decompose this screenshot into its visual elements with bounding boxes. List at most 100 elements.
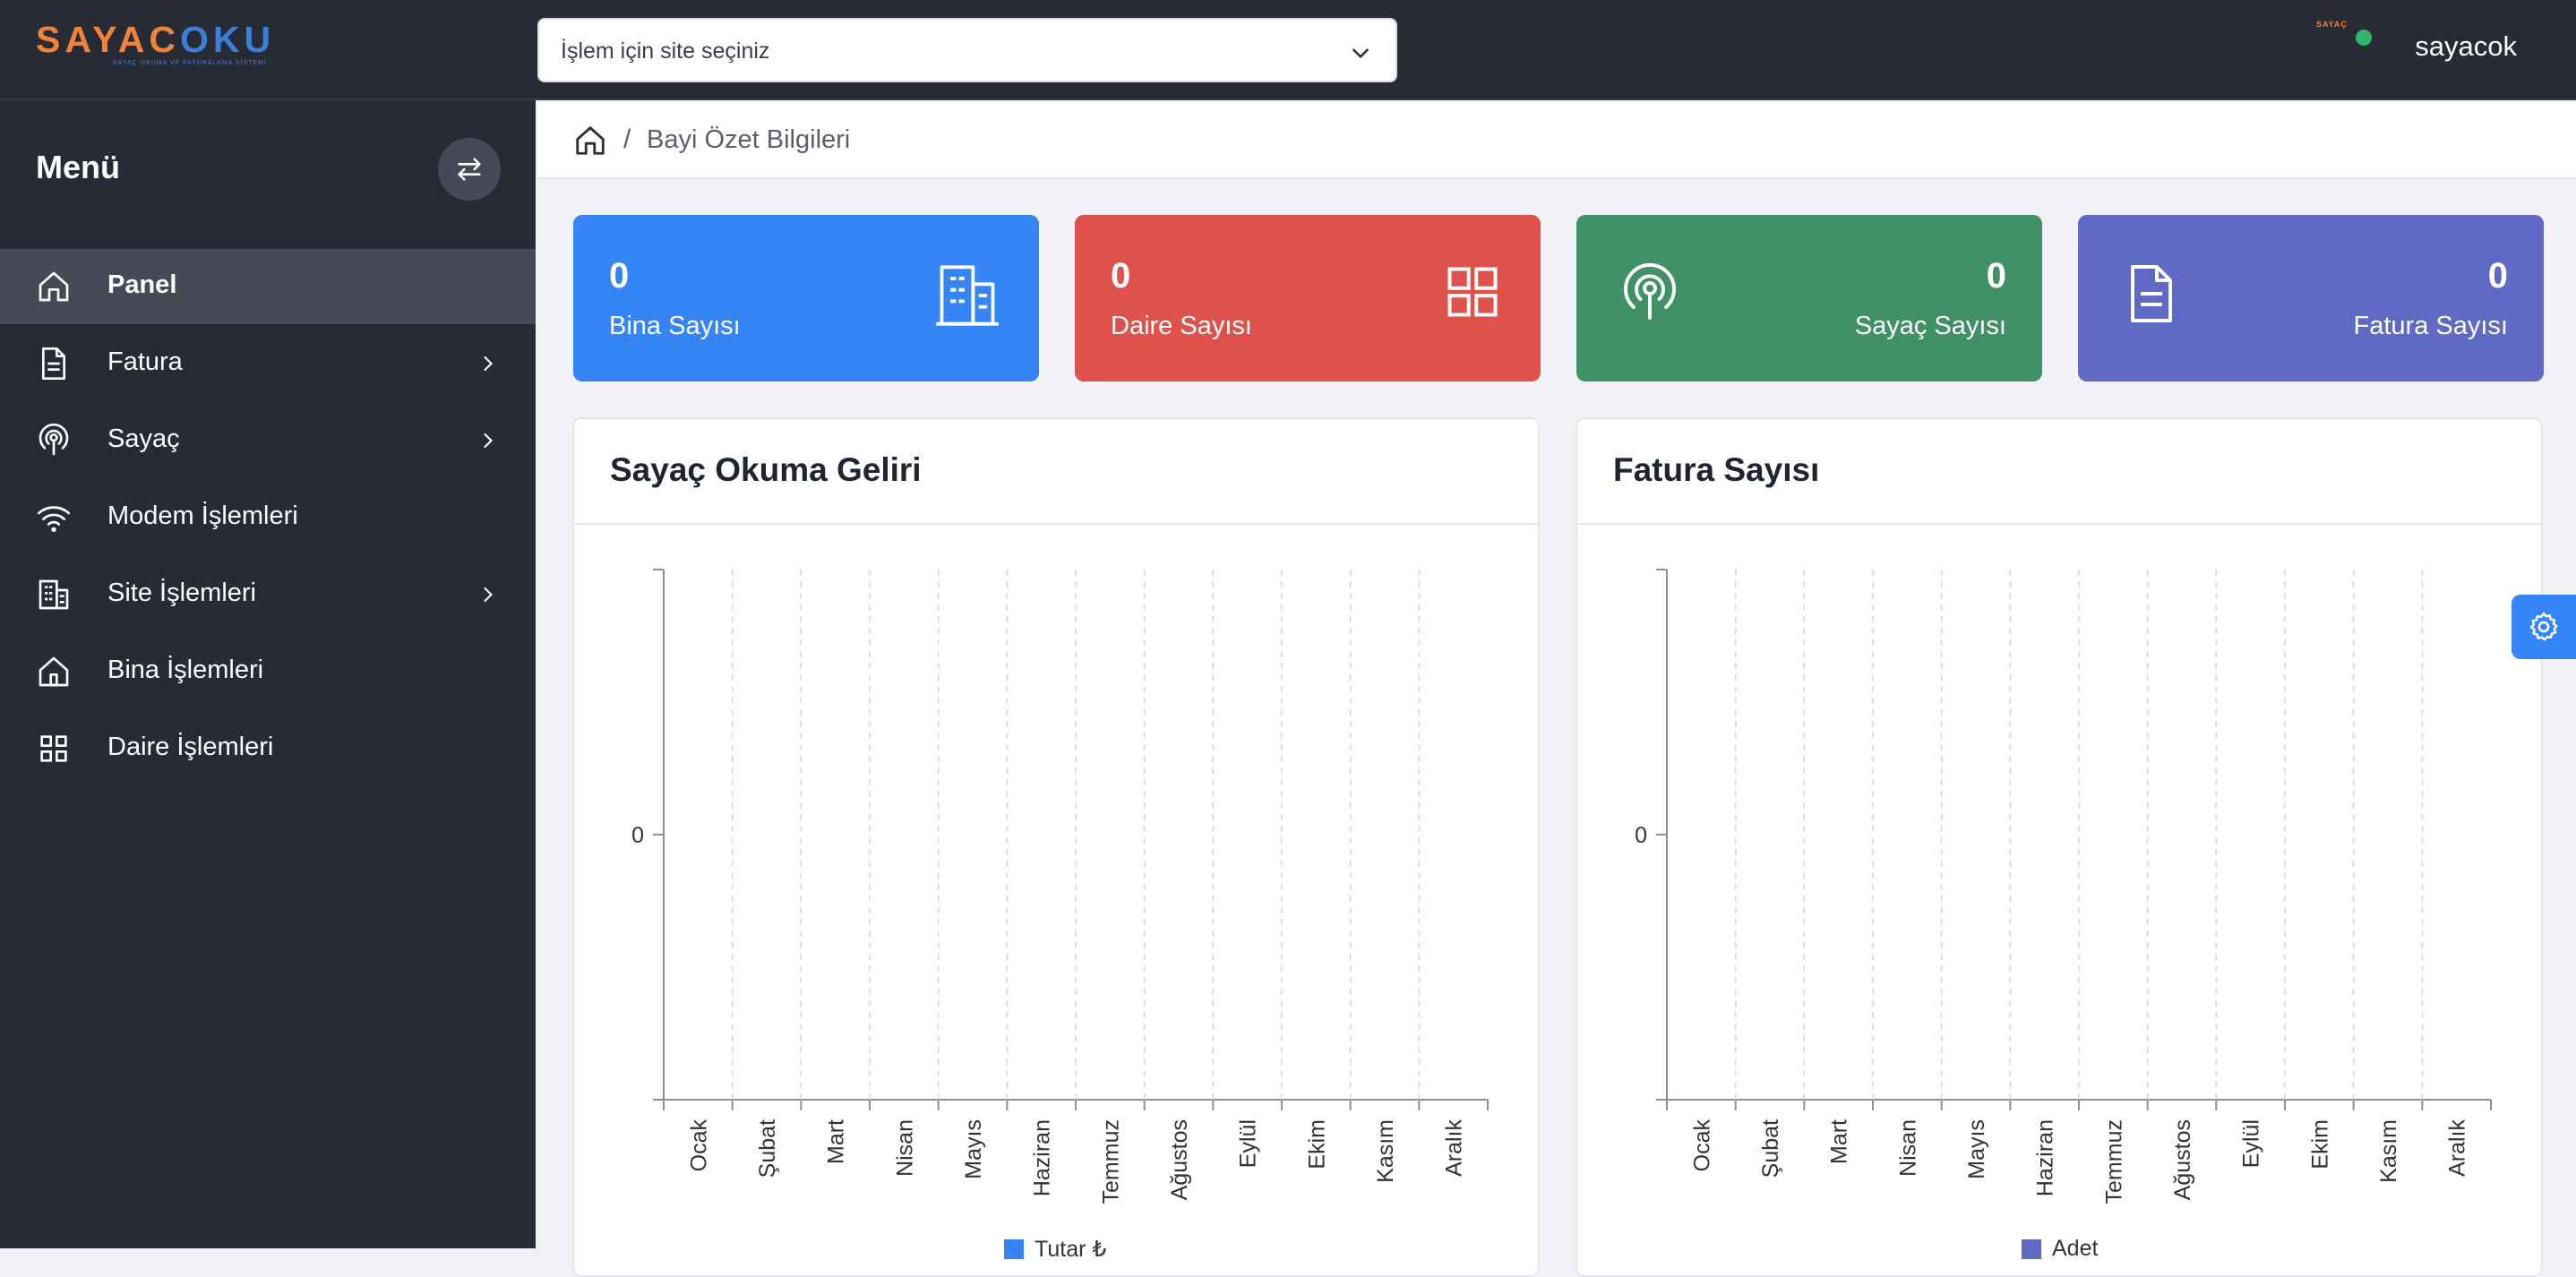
x-tick-label: Haziran xyxy=(2033,1119,2058,1196)
revenue-chart: 0 Ocak Şubat Mart Nisan Mayıs Haziran Temmuz Ağu… xyxy=(631,569,1489,1204)
x-tick-label: Aralık xyxy=(2445,1119,2470,1177)
x-tick-label: Şubat xyxy=(755,1119,780,1178)
username: sayacok xyxy=(2415,30,2517,62)
stat-card-bina[interactable]: 0 Bina Sayısı xyxy=(573,215,1039,381)
x-tick-label: Ocak xyxy=(686,1119,711,1172)
sidebar-item-label: Daire İşlemleri xyxy=(107,733,274,761)
sidebar-item-site[interactable]: Site İşlemleri xyxy=(0,557,536,632)
house-icon xyxy=(39,656,69,687)
stat-card-daire[interactable]: 0 Daire Sayısı xyxy=(1075,215,1541,381)
x-tick-label: Mart xyxy=(824,1119,849,1164)
sidebar-item-label: Panel xyxy=(107,270,177,299)
chevron-down-icon xyxy=(1352,48,1369,58)
settings-button[interactable] xyxy=(2512,595,2576,659)
chart-title: Sayaç Okuma Geliri xyxy=(610,451,922,488)
x-tick-label: Ağustos xyxy=(1167,1119,1192,1200)
panel-divider xyxy=(1577,523,2541,525)
chart-legend[interactable]: Adet xyxy=(2022,1236,2098,1262)
building-icon xyxy=(936,265,999,326)
home-icon[interactable] xyxy=(573,124,607,158)
x-tick-label: Mayıs xyxy=(961,1119,986,1179)
sidebar: Menü Panel Fatura Sayaç Modem İşlemleri … xyxy=(0,100,536,1248)
sidebar-item-sayac[interactable]: Sayaç xyxy=(0,403,536,478)
breadcrumb-current: Bayi Özet Bilgileri xyxy=(647,125,851,154)
x-tick-label: Aralık xyxy=(1442,1119,1467,1177)
gear-icon xyxy=(2529,612,2558,641)
stat-value: 0 xyxy=(1111,256,1131,296)
file-icon xyxy=(42,347,65,380)
stat-label: Bina Sayısı xyxy=(609,312,741,340)
x-tick-label: Ağustos xyxy=(2170,1119,2195,1200)
wifi-icon xyxy=(38,506,70,533)
podcast-icon xyxy=(1624,263,1676,320)
sidebar-item-label: Site İşlemleri xyxy=(107,579,256,607)
chart-legend[interactable]: Tutar ₺ xyxy=(1004,1236,1106,1263)
grid-icon xyxy=(40,735,67,762)
x-tick-label: Eylül xyxy=(2239,1119,2264,1168)
chevron-right-icon xyxy=(484,356,493,372)
sidebar-item-daire[interactable]: Daire İşlemleri xyxy=(0,711,536,786)
buildings-icon xyxy=(39,579,69,610)
sidebar-item-label: Fatura xyxy=(107,347,183,376)
online-status-dot xyxy=(2354,28,2374,47)
stat-value: 0 xyxy=(2487,256,2508,296)
logo-tagline: SAYAÇ OKUMA VE FATURALAMA SİSTEMİ xyxy=(113,60,267,66)
stat-card-fatura[interactable]: 0 Fatura Sayısı xyxy=(2078,215,2544,381)
home-icon xyxy=(39,271,69,302)
sidebar-item-fatura[interactable]: Fatura xyxy=(0,326,536,401)
stat-label: Daire Sayısı xyxy=(1111,312,1252,340)
invoice-count-chart: 0 Ocak Şubat Mart Nisan Mayıs Haziran Temmuz Ağu… xyxy=(1635,569,2492,1204)
x-tick-label: Şubat xyxy=(1758,1119,1783,1178)
user-avatar[interactable]: SAYAÇ xyxy=(2316,15,2374,47)
chart-panel-invoice-count: Fatura Sayısı 0 Ocak Şubat Mart Nisan Mayıs Ha… xyxy=(1576,417,2543,1277)
logo-text-part2: OKU xyxy=(180,19,276,60)
chart-panel-revenue: Sayaç Okuma Geliri 0 Ocak Şubat Mart Nisan Ma… xyxy=(572,417,1540,1277)
site-select-placeholder: İşlem için site seçiniz xyxy=(561,39,770,64)
legend-label: Adet xyxy=(2052,1236,2099,1261)
x-tick-label: Temmuz xyxy=(1098,1119,1123,1204)
logo[interactable]: SAYACOKU SAYAÇ OKUMA VE FATURALAMA SİSTE… xyxy=(36,19,276,67)
x-tick-label: Ekim xyxy=(1304,1119,1329,1170)
sidebar-item-label: Modem İşlemleri xyxy=(107,501,298,530)
sidebar-title: Menü xyxy=(36,149,120,185)
x-tick-label: Mart xyxy=(1827,1119,1852,1164)
user-avatar-logo: SAYAÇ xyxy=(2316,20,2348,29)
x-tick-label: Eylül xyxy=(1236,1119,1261,1168)
chevron-right-icon xyxy=(484,433,493,449)
x-tick-label: Ekim xyxy=(2307,1119,2332,1170)
x-tick-label: Temmuz xyxy=(2101,1119,2126,1204)
stat-label: Sayaç Sayısı xyxy=(1854,312,2006,340)
chart-title: Fatura Sayısı xyxy=(1613,451,1820,488)
legend-swatch xyxy=(2022,1238,2041,1259)
x-tick-label: Nisan xyxy=(1895,1119,1920,1177)
site-select[interactable]: İşlem için site seçiniz xyxy=(537,18,1397,82)
x-tick-label: Nisan xyxy=(892,1119,917,1177)
sidebar-item-modem[interactable]: Modem İşlemleri xyxy=(0,480,536,555)
legend-label: Tutar ₺ xyxy=(1035,1237,1107,1262)
stat-label: Fatura Sayısı xyxy=(2353,312,2508,340)
sidebar-item-label: Sayaç xyxy=(107,424,180,453)
breadcrumb: / Bayi Özet Bilgileri xyxy=(537,102,2576,179)
top-bar: SAYACOKU SAYAÇ OKUMA VE FATURALAMA SİSTE… xyxy=(0,0,2576,100)
x-tick-label: Kasım xyxy=(1373,1119,1398,1183)
panel-divider xyxy=(574,523,1538,525)
y-tick-label: 0 xyxy=(631,823,644,848)
legend-swatch xyxy=(1004,1239,1024,1259)
podcast-icon xyxy=(39,423,69,456)
stat-value: 0 xyxy=(609,256,630,296)
stat-card-sayac[interactable]: 0 Sayaç Sayısı xyxy=(1576,215,2042,381)
y-tick-label: 0 xyxy=(1635,823,1647,848)
stat-value: 0 xyxy=(1986,256,2006,296)
user-menu[interactable]: sayacok xyxy=(2415,30,2517,70)
x-tick-label: Haziran xyxy=(1030,1119,1055,1196)
sidebar-item-panel[interactable]: Panel xyxy=(0,249,536,324)
document-icon xyxy=(2131,265,2172,322)
swap-arrows-icon xyxy=(458,158,481,181)
grid-icon xyxy=(1447,267,1498,317)
breadcrumb-separator: / xyxy=(623,124,631,154)
logo-text-part1: SAYAC xyxy=(36,19,180,60)
sidebar-toggle-button[interactable] xyxy=(438,138,501,201)
sidebar-item-bina[interactable]: Bina İşlemleri xyxy=(0,634,536,709)
x-tick-label: Kasım xyxy=(2376,1119,2401,1183)
sidebar-nav: Panel Fatura Sayaç Modem İşlemleri Site … xyxy=(0,249,536,788)
